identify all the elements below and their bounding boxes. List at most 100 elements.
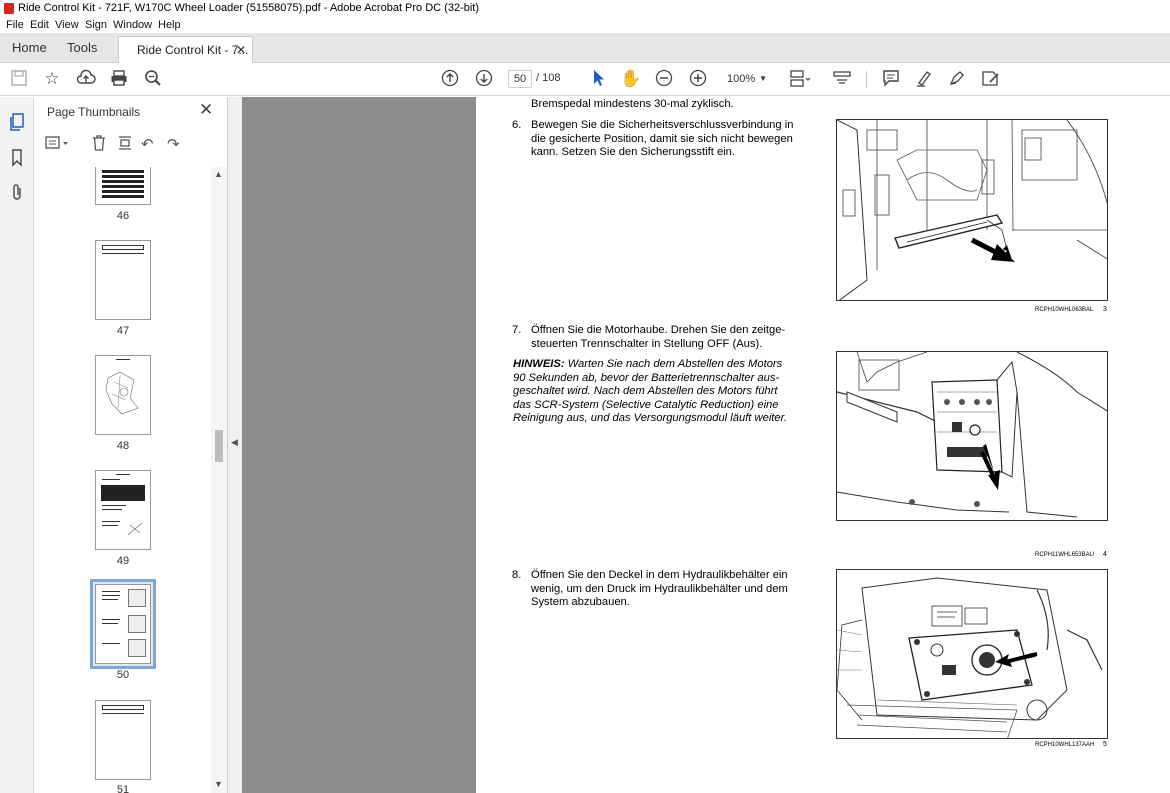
zoom-level-select[interactable]: 100% ▼	[717, 70, 773, 88]
menu-file[interactable]: File	[6, 17, 24, 33]
menu-help[interactable]: Help	[158, 17, 181, 33]
step-number: 8.	[512, 569, 522, 581]
pdf-page: Bremspedal mindestens 30-mal zyklisch. 6…	[476, 97, 1170, 793]
thumbnails-list: 46 47 48 49 50 51	[35, 167, 211, 793]
page-number-input[interactable]: 50	[508, 70, 532, 88]
zoom-out-icon[interactable]	[654, 69, 674, 89]
page-thumbnails-panel: Page Thumbnails ✕ ↶ ↷ 46 47 48 49 50 51 …	[35, 97, 228, 793]
tab-home[interactable]: Home	[12, 40, 47, 55]
panel-title: Page Thumbnails	[47, 105, 141, 119]
menu-view[interactable]: View	[55, 17, 79, 33]
extract-pages-icon[interactable]	[117, 135, 133, 155]
figure-battery-disconnect	[836, 351, 1108, 521]
main-toolbar: ☆ 50 / 108 ✋ 100% ▼	[0, 63, 1170, 96]
menu-bar: File Edit View Sign Window Help	[0, 17, 1170, 33]
step-text-line: Öffnen Sie die Motorhaube. Drehen Sie de…	[531, 324, 786, 336]
acrobat-app-icon	[4, 3, 14, 14]
thumbnail-label: 47	[116, 325, 130, 337]
document-gutter	[242, 97, 476, 793]
note-line-1: HINWEIS: Warten Sie nach dem Abstellen d…	[513, 358, 782, 372]
figure-number: 5	[1103, 741, 1107, 748]
comment-icon[interactable]	[881, 69, 901, 89]
figure-number: 4	[1103, 551, 1107, 558]
thumbnail-label: 48	[116, 440, 130, 452]
highlight-pen-icon[interactable]	[914, 69, 934, 89]
save-icon[interactable]	[9, 69, 29, 89]
star-icon[interactable]: ☆	[42, 69, 62, 89]
thumbnail-label: 46	[116, 210, 130, 222]
thumbnail-page-51[interactable]	[95, 700, 151, 780]
delete-page-icon[interactable]	[91, 135, 107, 155]
thumbnail-page-49[interactable]	[95, 470, 151, 550]
previous-page-icon[interactable]	[440, 69, 460, 89]
rotate-cw-icon[interactable]: ↷	[167, 135, 180, 153]
step-text-line: Öffnen Sie den Deckel in dem Hydraulikbe…	[531, 569, 788, 581]
rotate-ccw-icon[interactable]: ↶	[141, 135, 154, 153]
step-text-line: kann. Setzen Sie den Sicherungsstift ein…	[531, 146, 735, 159]
thumbnail-page-48[interactable]	[95, 355, 151, 435]
figure-caption: RCPH10WHL063BAL	[1035, 307, 1094, 313]
step-text-line: System abzubauen.	[531, 596, 630, 609]
close-panel-icon[interactable]: ✕	[199, 100, 213, 120]
scrolling-mode-icon[interactable]	[832, 69, 852, 89]
tab-document-label: Ride Control Kit - 7...	[137, 43, 249, 57]
thumbnail-page-47[interactable]	[95, 240, 151, 320]
step-text-line: wenig, um den Druck im Hydraulikbehälter…	[531, 582, 788, 595]
draw-sign-icon[interactable]	[947, 69, 967, 89]
menu-edit[interactable]: Edit	[30, 17, 49, 33]
note-text: Warten Sie nach dem Abstellen des Motors	[567, 358, 783, 370]
collapse-arrow-icon: ◀	[231, 437, 238, 447]
previous-step-tail: Bremspedal mindestens 30-mal zyklisch.	[531, 98, 734, 110]
step-text-line: die gesicherte Position, damit sie sich …	[531, 132, 793, 145]
fill-sign-icon[interactable]	[981, 69, 1001, 89]
tab-tools[interactable]: Tools	[67, 40, 97, 55]
thumbnail-page-46[interactable]	[95, 167, 151, 205]
thumbnail-label: 50	[116, 669, 130, 681]
next-page-icon[interactable]	[474, 69, 494, 89]
page-layout-icon[interactable]	[789, 69, 811, 89]
attachments-icon[interactable]	[8, 183, 26, 201]
toolbar-separator	[866, 71, 867, 88]
cloud-upload-icon[interactable]	[76, 69, 96, 89]
print-icon[interactable]	[109, 69, 129, 89]
step-number: 7.	[512, 324, 522, 336]
thumbnails-scrollbar[interactable]: ▲ ▼	[211, 167, 227, 793]
chevron-down-icon: ▼	[759, 74, 767, 83]
tab-bar: Home Tools Ride Control Kit - 7... ✕	[0, 33, 1170, 64]
zoom-search-icon[interactable]	[143, 69, 163, 89]
thumbnail-label: 49	[116, 555, 130, 567]
scrollbar-thumb[interactable]	[215, 430, 223, 462]
step-text-line: steuerten Trennschalter in Stellung OFF …	[531, 337, 763, 350]
note-line: das SCR-System (Selective Catalytic Redu…	[513, 398, 779, 411]
select-cursor-icon[interactable]	[588, 69, 608, 89]
zoom-level-value: 100%	[727, 73, 756, 85]
page-thumbnails-icon[interactable]	[8, 113, 26, 131]
panel-collapse-handle[interactable]: ◀	[228, 97, 242, 793]
figure-caption: RCPH10WHL137AAH	[1035, 742, 1095, 748]
hand-tool-icon[interactable]: ✋	[620, 69, 641, 89]
note-line: Reinigung aus, und das Versorgungsmodul …	[513, 412, 788, 425]
figure-safety-lock	[836, 119, 1108, 301]
close-tab-icon[interactable]: ✕	[236, 37, 246, 63]
thumbnail-page-50[interactable]	[90, 579, 156, 669]
step-text-line: Bewegen Sie die Sicherheitsverschlussver…	[531, 119, 794, 131]
menu-window[interactable]: Window	[113, 17, 152, 33]
navigation-rail	[0, 97, 34, 793]
note-label: HINWEIS:	[513, 358, 565, 370]
thumbnail-label: 51	[116, 784, 130, 793]
note-line: 90 Sekunden ab, bevor der Batterietrenns…	[513, 371, 780, 384]
zoom-in-icon[interactable]	[688, 69, 708, 89]
scroll-down-icon[interactable]: ▼	[214, 779, 223, 789]
figure-caption: RCPH11WHL653BAU	[1035, 552, 1094, 558]
note-line: geschaltet wird. Nach dem Abstellen des …	[513, 385, 778, 398]
figure-number: 3	[1103, 306, 1107, 313]
tab-document[interactable]: Ride Control Kit - 7... ✕	[118, 36, 253, 64]
figure-hydraulic-tank	[836, 569, 1108, 739]
scroll-up-icon[interactable]: ▲	[214, 169, 223, 179]
window-title: Ride Control Kit - 721F, W170C Wheel Loa…	[18, 2, 480, 14]
page-total: / 108	[536, 72, 561, 84]
thumbnail-options-icon[interactable]	[45, 135, 71, 155]
title-bar: Ride Control Kit - 721F, W170C Wheel Loa…	[0, 0, 1170, 17]
bookmarks-icon[interactable]	[8, 149, 26, 167]
menu-sign[interactable]: Sign	[85, 17, 107, 33]
